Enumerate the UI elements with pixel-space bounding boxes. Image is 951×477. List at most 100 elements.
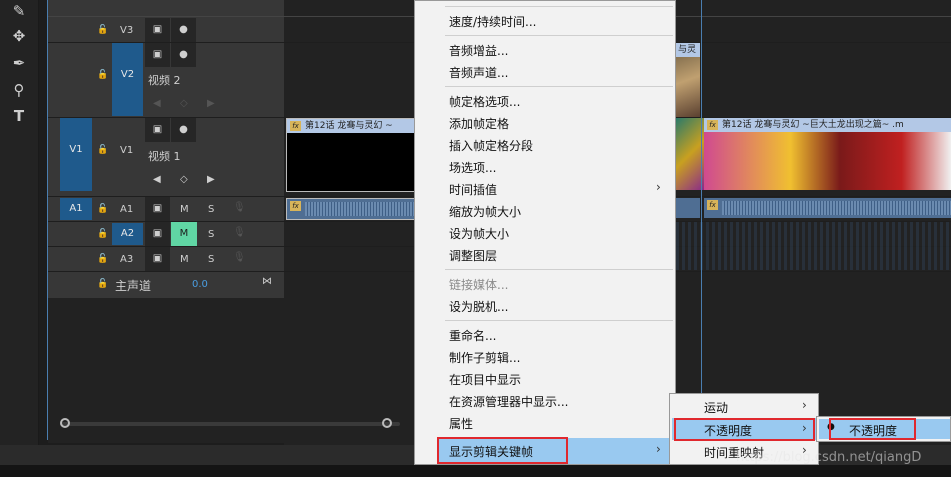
clip-title: 第12话 龙骞与灵幻 ~巨大土龙出现之篇~ .m xyxy=(704,118,951,132)
menu-item-set-to-frame[interactable]: 设为帧大小 xyxy=(449,225,509,242)
v1-track-name: 视频 1 xyxy=(148,150,181,163)
fx-badge[interactable]: fx xyxy=(290,121,301,131)
menu-item-speed-duration[interactable]: 速度/持续时间... xyxy=(449,13,537,30)
audio-clip-1[interactable]: fx xyxy=(286,198,418,220)
menu-separator xyxy=(445,320,673,321)
fx-badge[interactable]: fx xyxy=(290,201,301,211)
zoom-icon[interactable]: ⚲ xyxy=(10,81,28,99)
solo-button[interactable]: S xyxy=(208,254,214,265)
lock-icon[interactable]: 🔓 xyxy=(97,279,108,289)
sync-lock-icon[interactable]: ▣ xyxy=(145,18,170,42)
keyframe-icon: ◇ xyxy=(180,98,188,109)
v1-source-tab[interactable]: V1 xyxy=(60,118,92,191)
menu-item-time-interpolation[interactable]: 时间插值 xyxy=(449,181,497,198)
eye-icon[interactable]: ● xyxy=(171,118,196,142)
sync-lock-icon[interactable]: ▣ xyxy=(145,222,170,246)
mute-button-active[interactable]: M xyxy=(171,222,197,246)
bowtie-icon[interactable]: ⋈ xyxy=(262,276,272,287)
a1-source-tab[interactable]: A1 xyxy=(60,198,92,220)
mute-button[interactable]: M xyxy=(180,254,189,265)
bottom-bar xyxy=(0,465,951,477)
video-clip-2[interactable]: 第12话 龙骞与灵幻 ~巨大土龙出现之篇~ .m fx xyxy=(704,118,951,190)
menu-item-audio-gain[interactable]: 音频增益... xyxy=(449,42,508,59)
move-icon[interactable]: ✥ xyxy=(10,27,28,45)
clip-title: 与灵 xyxy=(676,43,700,57)
fx-badge[interactable]: fx xyxy=(707,120,718,130)
horizontal-scrollbar[interactable] xyxy=(60,422,400,426)
lock-icon[interactable]: 🔓 xyxy=(97,229,108,239)
mic-icon[interactable]: 🎙 xyxy=(233,227,246,238)
scrollbar-start-handle[interactable] xyxy=(60,418,70,428)
master-label: 主声道 xyxy=(115,279,152,293)
menu-item-frame-hold-options[interactable]: 帧定格选项... xyxy=(449,93,520,110)
video-clip-1[interactable]: 第12话 龙骞与灵幻 ~ fx xyxy=(286,118,418,192)
v2-target-tab[interactable]: V2 xyxy=(112,43,143,116)
prev-keyframe-icon[interactable]: ◀ xyxy=(153,174,161,185)
red-annotation-box xyxy=(829,418,916,440)
scrollbar-end-handle[interactable] xyxy=(382,418,392,428)
video-clip-v2[interactable]: 与灵 xyxy=(676,43,700,117)
keyframe-icon[interactable]: ◇ xyxy=(180,174,188,185)
audio-waveform xyxy=(722,201,951,215)
menu-item-make-offline[interactable]: 设为脱机... xyxy=(449,298,508,315)
tools-panel: ✎ ✥ ✒ ⚲ T xyxy=(0,0,39,445)
menu-item-link-media: 链接媒体... xyxy=(449,278,509,292)
menu-item-scale-to-frame[interactable]: 缩放为帧大小 xyxy=(449,203,521,220)
submenu-arrow-icon: › xyxy=(802,398,807,412)
context-menu: 速度/持续时间... 音频增益... 音频声道... 帧定格选项... 添加帧定… xyxy=(414,0,676,465)
mute-button[interactable]: M xyxy=(180,204,189,215)
next-keyframe-icon[interactable]: ▶ xyxy=(207,174,215,185)
master-volume-value[interactable]: 0.0 xyxy=(192,279,208,290)
v2-track-name: 视频 2 xyxy=(148,74,181,87)
menu-item-insert-frame-hold[interactable]: 插入帧定格分段 xyxy=(449,137,533,154)
mic-icon[interactable]: 🎙 xyxy=(233,252,246,263)
menu-item-adjustment-layer[interactable]: 调整图层 xyxy=(449,247,497,264)
mic-icon[interactable]: 🎙 xyxy=(233,202,246,213)
submenu-item-motion[interactable]: 运动 xyxy=(704,399,728,416)
eye-icon[interactable]: ● xyxy=(171,43,196,67)
prev-keyframe-icon: ◀ xyxy=(153,98,161,109)
solo-button[interactable]: S xyxy=(208,204,214,215)
red-annotation-box xyxy=(674,418,815,441)
menu-item-properties[interactable]: 属性 xyxy=(449,415,473,432)
sync-lock-icon[interactable]: ▣ xyxy=(145,43,170,67)
watermark-text: https://blog.csdn.net/qiangD xyxy=(736,450,922,465)
menu-item-add-frame-hold[interactable]: 添加帧定格 xyxy=(449,115,509,132)
menu-item-make-subclip[interactable]: 制作子剪辑... xyxy=(449,349,520,366)
red-annotation-box xyxy=(437,437,568,464)
submenu-arrow-icon: › xyxy=(656,180,661,194)
a3-target-label[interactable]: A3 xyxy=(120,254,133,265)
menu-item-audio-channels[interactable]: 音频声道... xyxy=(449,64,508,81)
menu-item-reveal-in-explorer[interactable]: 在资源管理器中显示... xyxy=(449,393,568,410)
audio-clip-2[interactable]: fx xyxy=(704,198,951,218)
lock-icon[interactable]: 🔓 xyxy=(97,204,108,214)
playhead-line[interactable] xyxy=(701,0,702,445)
lock-icon[interactable]: 🔓 xyxy=(97,254,108,264)
pen-icon[interactable]: ✒ xyxy=(10,54,28,72)
menu-separator xyxy=(445,86,673,87)
audio-track-content xyxy=(676,222,951,270)
menu-item-field-options[interactable]: 场选项... xyxy=(449,159,496,176)
menu-item-rename[interactable]: 重命名... xyxy=(449,327,496,344)
a2-target-tab[interactable]: A2 xyxy=(112,223,143,245)
menu-separator xyxy=(445,35,673,36)
solo-button[interactable]: S xyxy=(208,229,214,240)
audio-clip-partial[interactable] xyxy=(676,198,700,218)
lock-icon[interactable]: 🔓 xyxy=(97,70,108,80)
menu-separator xyxy=(445,269,673,270)
sync-lock-icon[interactable]: ▣ xyxy=(145,118,170,142)
sync-lock-icon[interactable]: ▣ xyxy=(145,247,170,271)
type-icon[interactable]: T xyxy=(10,107,28,125)
v3-target-label[interactable]: V3 xyxy=(120,25,133,36)
eye-icon[interactable]: ● xyxy=(171,18,196,42)
v1-target-label[interactable]: V1 xyxy=(120,145,133,156)
sync-lock-icon[interactable]: ▣ xyxy=(145,197,170,221)
lock-icon[interactable]: 🔓 xyxy=(97,145,108,155)
fx-badge[interactable]: fx xyxy=(707,200,718,210)
submenu-arrow-icon: › xyxy=(656,442,661,456)
a1-target-label[interactable]: A1 xyxy=(120,204,133,215)
menu-item-reveal-in-project[interactable]: 在项目中显示 xyxy=(449,371,521,388)
video-clip-thumb[interactable] xyxy=(676,118,704,190)
pen-tool-icon[interactable]: ✎ xyxy=(10,2,28,20)
lock-icon[interactable]: 🔓 xyxy=(97,25,108,35)
